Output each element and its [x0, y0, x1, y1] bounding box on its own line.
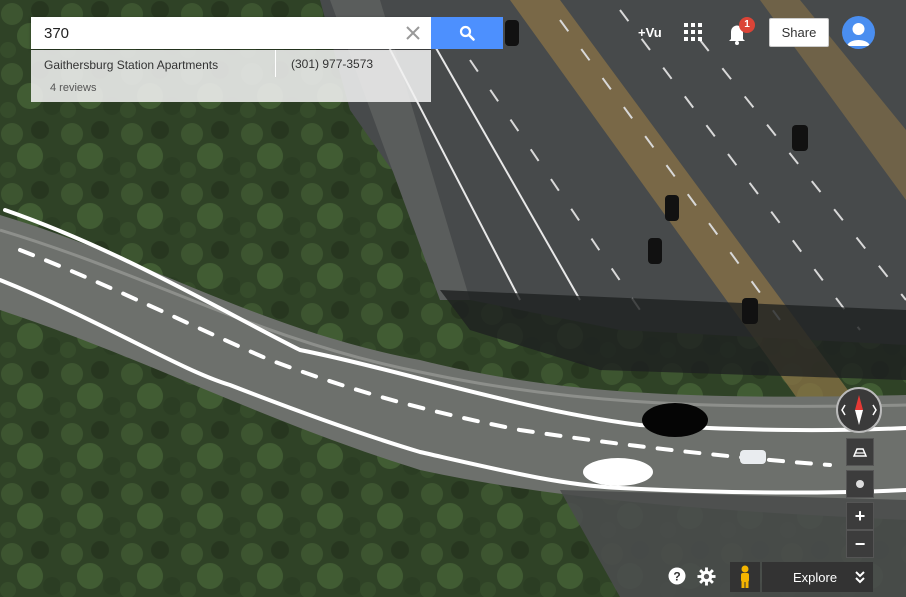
minus-icon: −: [854, 534, 866, 554]
plus-icon: +: [854, 506, 866, 526]
avatar[interactable]: [842, 16, 875, 49]
my-location-button[interactable]: [846, 470, 874, 498]
tilt-button[interactable]: [846, 438, 874, 466]
double-chevron-down-icon: [855, 571, 865, 584]
close-icon[interactable]: [403, 23, 423, 43]
result-phone[interactable]: (301) 977-3573: [291, 57, 373, 71]
search-icon: [459, 25, 475, 41]
search-button[interactable]: [431, 17, 503, 49]
search-input[interactable]: [31, 17, 399, 49]
result-divider: [275, 50, 276, 77]
svg-text:?: ?: [673, 570, 680, 584]
result-reviews[interactable]: 4 reviews: [50, 82, 96, 94]
explore-label: Explore: [793, 570, 838, 585]
zoom-out-button[interactable]: −: [846, 530, 874, 558]
pegman-icon: [741, 565, 749, 588]
result-name[interactable]: Gaithersburg Station Apartments: [44, 58, 218, 72]
compass-control[interactable]: [836, 387, 882, 433]
notification-count-badge: 1: [739, 17, 755, 33]
street-view-pegman[interactable]: [730, 562, 760, 592]
my-location-icon: [856, 480, 864, 488]
tilt-icon: [852, 448, 868, 457]
zoom-in-button[interactable]: +: [846, 502, 874, 530]
avatar-icon: [847, 23, 870, 46]
search-result-card[interactable]: Gaithersburg Station Apartments (301) 97…: [31, 50, 431, 102]
explore-button[interactable]: Explore: [762, 562, 873, 592]
user-name-link[interactable]: +Vu: [638, 25, 662, 40]
share-button[interactable]: Share: [769, 18, 829, 47]
search-box: [31, 17, 431, 49]
gear-icon[interactable]: [697, 567, 716, 586]
compass-icon: [841, 395, 877, 425]
help-icon[interactable]: ?: [668, 567, 686, 585]
apps-grid-icon[interactable]: [684, 23, 702, 41]
